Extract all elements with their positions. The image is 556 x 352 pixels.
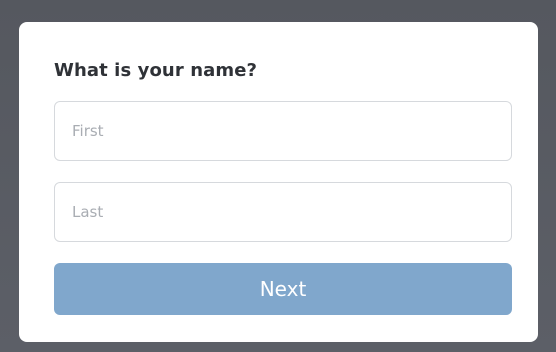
first-name-input[interactable] xyxy=(54,101,512,161)
next-button[interactable]: Next xyxy=(54,263,512,315)
form-question: What is your name? xyxy=(54,60,258,81)
name-form-card: What is your name? Next xyxy=(19,22,538,342)
last-name-input[interactable] xyxy=(54,182,512,242)
